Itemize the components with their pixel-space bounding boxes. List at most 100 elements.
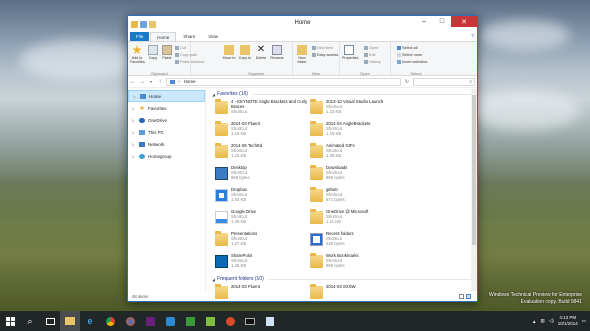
easy-access-button[interactable]: Easy access — [312, 53, 338, 57]
start-button[interactable] — [0, 311, 20, 331]
copy-path-button[interactable]: Copy path — [175, 53, 197, 57]
folder-item[interactable]: Google Drive Shortcut 1.46 KB — [215, 209, 308, 228]
media-icon[interactable] — [220, 311, 240, 331]
maximize-button[interactable]: □ — [433, 16, 451, 27]
properties-button[interactable]: Properties — [342, 45, 358, 60]
volume-icon[interactable]: ◁) — [549, 318, 554, 324]
tray-chevron-icon[interactable]: ▲ — [532, 319, 536, 324]
move-to-button[interactable]: Move to — [222, 45, 236, 60]
select-all-icon — [397, 46, 401, 50]
folder-item[interactable]: OneDrive @ Microsoft Shortcut 1.11 KB — [310, 209, 403, 228]
history-icon — [364, 60, 368, 64]
folder-item[interactable]: Downloads Shortcut 969 bytes — [310, 165, 403, 184]
paste-shortcut-icon — [175, 60, 179, 64]
folder-item[interactable]: Presentations Shortcut 1.07 KB — [215, 231, 308, 250]
folder-item[interactable]: Desktop Shortcut 960 bytes — [215, 165, 308, 184]
app-icon[interactable] — [160, 311, 180, 331]
new-item-button[interactable]: New item — [312, 46, 333, 50]
invert-selection-button[interactable]: Invert selection — [397, 60, 428, 64]
clock[interactable]: 4:13 PM 10/1/2014 — [558, 315, 578, 327]
frequent-section-header[interactable]: ◢ Frequent folders (10) — [210, 274, 477, 284]
tab-home[interactable]: Home — [150, 32, 177, 41]
search-icon: ⌕ — [469, 78, 472, 85]
folder-item[interactable]: Animated GIFs Shortcut 1.38 KB — [310, 143, 403, 162]
visual-studio-icon[interactable] — [140, 311, 160, 331]
internet-explorer-icon[interactable]: e — [80, 311, 100, 331]
back-icon[interactable]: ← — [130, 79, 136, 85]
minimize-button[interactable]: – — [415, 16, 433, 27]
folder-item[interactable]: 4 - KEYNOTE Angle Brackets and Curly Bra… — [215, 99, 308, 118]
up-icon[interactable]: ↑ — [157, 79, 163, 85]
select-none-button[interactable]: Select none — [397, 53, 422, 57]
tab-file[interactable]: File — [130, 32, 150, 41]
desktop-icon — [215, 167, 228, 180]
item-size: 969 bytes — [326, 175, 345, 180]
cut-button[interactable]: Cut — [175, 46, 186, 50]
excel-icon[interactable] — [200, 311, 220, 331]
copy-to-button[interactable]: Copy to — [238, 45, 252, 60]
paste-button[interactable]: Paste — [160, 45, 174, 60]
folder-item[interactable]: 2014-04 AngleBrackets Shortcut 1.16 KB — [310, 121, 403, 140]
console-icon[interactable] — [240, 311, 260, 331]
recent-locations-icon[interactable]: ▾ — [148, 79, 154, 84]
search-box[interactable]: ⌕ — [413, 77, 475, 86]
task-view-icon[interactable] — [40, 311, 60, 331]
edit-button[interactable]: Edit — [364, 53, 376, 57]
nav-item-label: Favorites — [148, 105, 167, 111]
new-folder-button[interactable]: New folder — [295, 45, 309, 64]
expand-icon: ▷ — [132, 141, 136, 147]
folder-item[interactable]: 2013-10 Visual Studio Launch Shortcut 1.23… — [310, 99, 403, 118]
select-all-button[interactable]: Select all — [397, 46, 417, 50]
windows-logo-icon — [5, 316, 15, 326]
nav-item-this-pc[interactable]: ▷ This PC — [128, 126, 205, 138]
tab-share[interactable]: Share — [177, 32, 201, 41]
folder-item[interactable]: Work Bookmarks Shortcut 969 bytes — [310, 253, 403, 272]
large-icons-view-icon[interactable] — [466, 293, 471, 299]
folder-icon — [215, 231, 228, 246]
folder-item[interactable]: Recent folders Shortcut 440 bytes — [310, 231, 403, 250]
watermark-line-2: Evaluation copy. Build 9841 — [520, 299, 582, 305]
open-button[interactable]: Open — [364, 46, 378, 50]
camtasia-icon[interactable] — [180, 311, 200, 331]
tab-view[interactable]: View — [202, 32, 224, 41]
folder-item[interactable]: Dropbox Shortcut 1.04 KB — [215, 187, 308, 206]
scrollbar-thumb[interactable] — [472, 95, 476, 245]
chrome-icon[interactable] — [100, 311, 120, 331]
home-icon — [140, 93, 146, 99]
folder-item[interactable]: SharePoint Shortcut 1.46 KB — [215, 253, 308, 272]
refresh-icon[interactable]: ↻ — [404, 79, 410, 85]
nav-item-favorites[interactable]: ▷ Favorites — [128, 102, 205, 114]
address-bar[interactable]: > Home — [166, 77, 401, 86]
search-taskbar-icon[interactable]: ⌕ — [20, 311, 40, 331]
favorites-section-header[interactable]: ◢ Favorites (16) — [210, 89, 477, 99]
folder-item[interactable]: 2014-05 TechEd Shortcut 1.15 KB — [215, 143, 308, 162]
paste-shortcut-button[interactable]: Paste shortcut — [175, 60, 204, 64]
file-explorer-taskbar-icon[interactable] — [60, 311, 80, 331]
rename-button[interactable]: Rename — [270, 45, 284, 60]
close-button[interactable]: ✕ — [451, 16, 477, 27]
network-tray-icon[interactable]: ▥ — [540, 318, 544, 324]
firefox-icon[interactable] — [120, 311, 140, 331]
nav-item-home[interactable]: ▷ Home — [128, 90, 205, 102]
notepad-icon[interactable] — [260, 311, 280, 331]
vertical-scrollbar[interactable] — [471, 89, 477, 291]
nav-item-network[interactable]: ▷ Network — [128, 138, 205, 150]
copy-button[interactable]: Copy — [146, 45, 160, 60]
history-button[interactable]: History — [364, 60, 381, 64]
move-to-label: Move to — [222, 56, 236, 60]
add-favorites-button[interactable]: Add to Favorites — [130, 45, 145, 64]
folder-item[interactable]: github Shortcut 671 bytes — [310, 187, 403, 206]
nav-item-onedrive[interactable]: ▷ OneDrive — [128, 114, 205, 126]
notifications-icon[interactable]: ▭ — [582, 318, 586, 324]
nav-item-label: Homegroup — [148, 153, 172, 159]
nav-item-homegroup[interactable]: ▷ Homegroup — [128, 150, 205, 162]
folder-item[interactable]: 2014-03 Fluent Shortcut 1.19 KB — [215, 121, 308, 140]
move-to-icon — [224, 45, 234, 55]
help-icon[interactable]: ? — [471, 34, 474, 40]
properties-icon — [344, 45, 354, 55]
details-view-icon[interactable] — [459, 293, 464, 299]
item-count: 48 items — [132, 293, 149, 299]
delete-button[interactable]: ✕ Delete — [254, 45, 268, 61]
forward-icon[interactable]: → — [139, 79, 145, 85]
new-item-icon — [312, 46, 316, 50]
